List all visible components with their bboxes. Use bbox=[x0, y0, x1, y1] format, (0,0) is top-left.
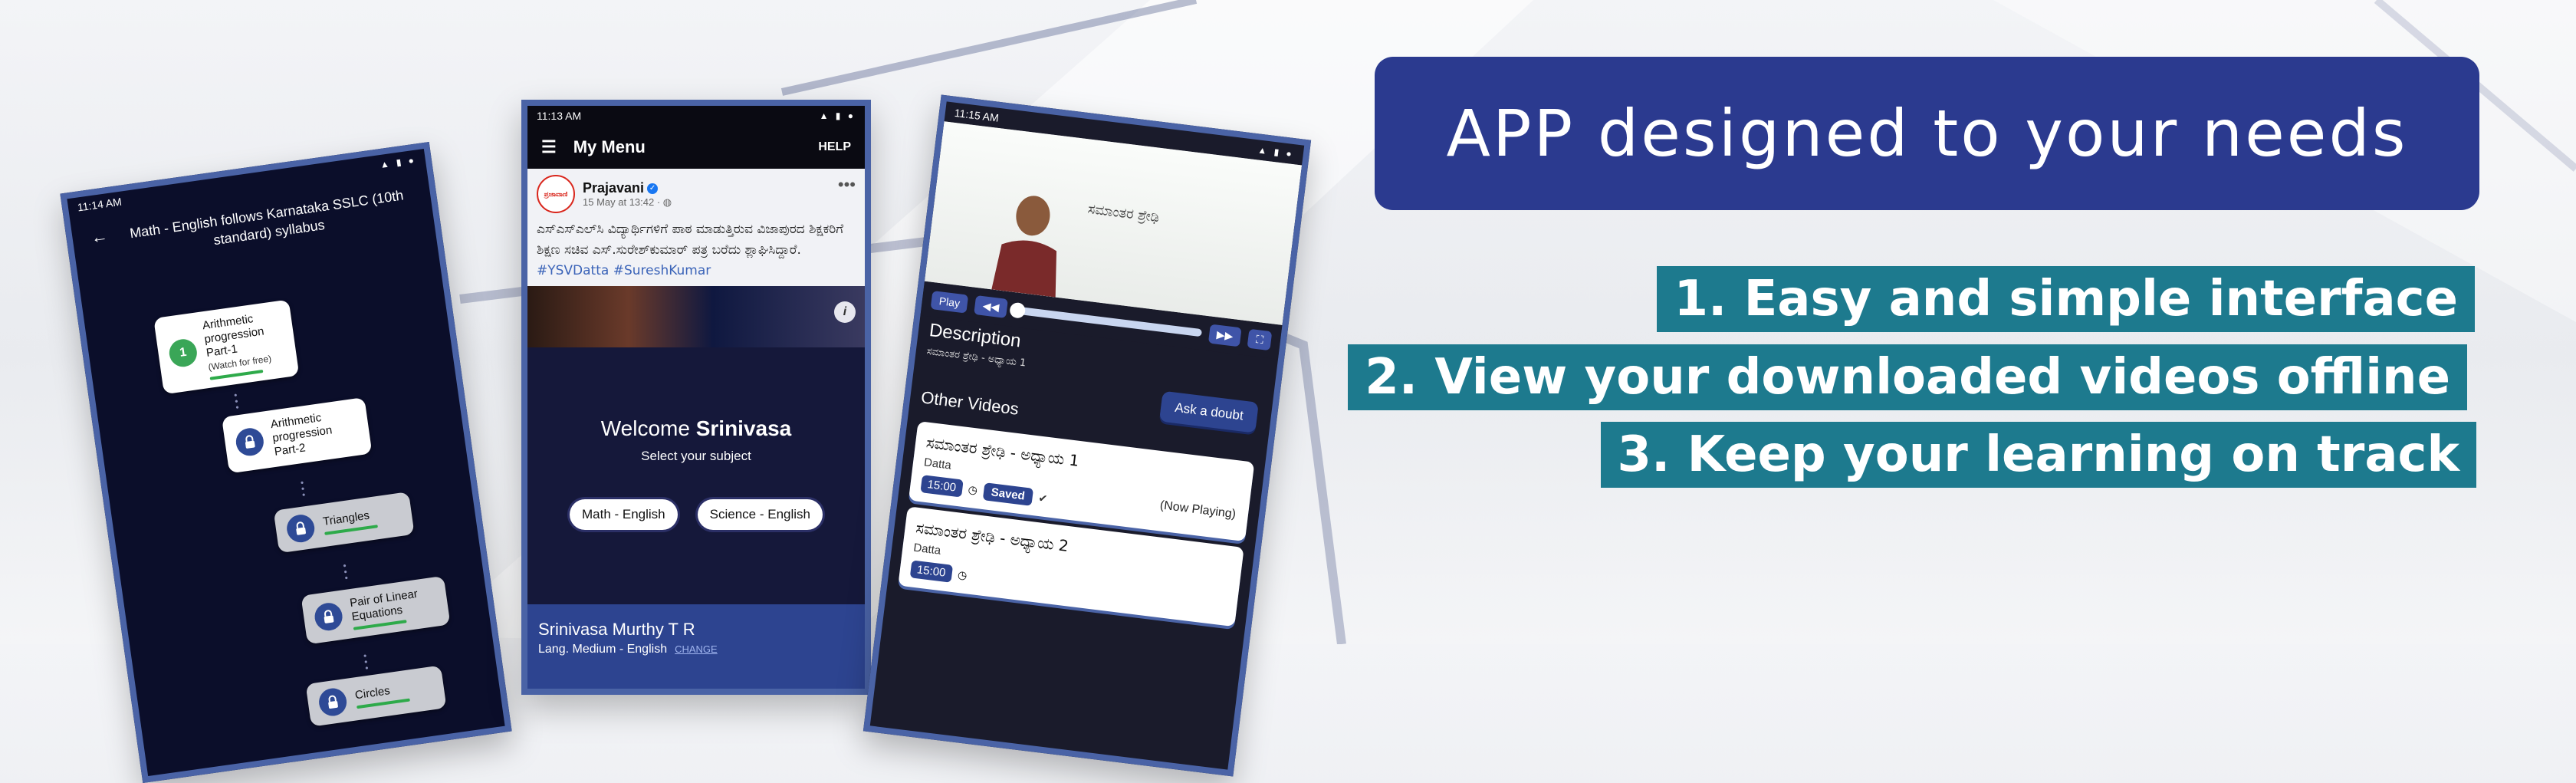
banner-title-box: APP designed to your needs bbox=[1375, 57, 2479, 210]
post-image: i bbox=[527, 286, 865, 347]
saved-badge: Saved bbox=[982, 482, 1034, 506]
post-date: 15 May at 13:42 · bbox=[583, 196, 663, 208]
change-medium-link[interactable]: CHANGE bbox=[675, 643, 718, 655]
topic-card-4[interactable]: Pair of Linear Equations bbox=[301, 575, 451, 645]
subject-list: Math - English Science - English bbox=[527, 499, 865, 530]
hamburger-menu-icon[interactable]: ☰ bbox=[541, 137, 557, 157]
welcome-heading: Welcome Srinivasa bbox=[527, 416, 865, 441]
post-author: Prajavani bbox=[583, 179, 645, 196]
connector-dots: • • • bbox=[363, 650, 370, 674]
welcome-name: Srinivasa bbox=[695, 416, 792, 440]
profile-medium: Lang. Medium - English bbox=[538, 643, 668, 656]
feature-1: 1. Easy and simple interface bbox=[1657, 266, 2475, 332]
topic-card-1[interactable]: 1 Arithmetic progression Part-1 (Watch f… bbox=[153, 299, 300, 395]
status-time: 11:14 AM bbox=[76, 195, 123, 214]
fullscreen-button[interactable]: ⛶ bbox=[1247, 328, 1273, 351]
phone-syllabus-screen: 11:14 AM ▲ ▮ ● ← Math - English follows … bbox=[60, 141, 512, 783]
status-icons: ▲ ▮ ● bbox=[1257, 144, 1295, 160]
video-duration: 15:00 bbox=[920, 475, 964, 498]
lock-icon bbox=[313, 600, 344, 633]
info-icon[interactable]: i bbox=[834, 301, 856, 323]
check-icon: ✔ bbox=[1037, 491, 1049, 505]
more-options-icon[interactable]: ••• bbox=[838, 175, 856, 195]
play-button[interactable]: Play bbox=[930, 290, 969, 314]
feature-3: 3. Keep your learning on track bbox=[1600, 422, 2476, 488]
status-time: 11:13 AM bbox=[537, 110, 582, 122]
post-hashtags[interactable]: #YSVDatta #SureshKumar bbox=[537, 263, 711, 278]
subject-button-math[interactable]: Math - English bbox=[569, 499, 678, 530]
welcome-prefix: Welcome bbox=[600, 416, 696, 440]
feature-2: 2. View your downloaded videos offline bbox=[1348, 344, 2467, 410]
topic-card-2[interactable]: Arithmetic progression Part-2 bbox=[221, 396, 373, 474]
select-subject-label: Select your subject bbox=[641, 449, 751, 463]
connector-dots: • • • bbox=[299, 477, 307, 501]
globe-icon: ◍ bbox=[662, 196, 672, 208]
profile-panel: Srinivasa Murthy T R Lang. Medium - Engl… bbox=[527, 604, 865, 689]
topic-title: Arithmetic progression Part-2 bbox=[269, 411, 334, 459]
verified-badge-icon: ✓ bbox=[647, 183, 659, 195]
clock-icon: ◷ bbox=[967, 482, 979, 497]
news-post[interactable]: ಪ್ರಜಾವಾಣಿ Prajavani ✓ 15 May at 13:42 · ◍… bbox=[527, 169, 865, 286]
topic-card-3[interactable]: Triangles bbox=[273, 492, 415, 554]
forward-button[interactable]: ▶▶ bbox=[1208, 324, 1242, 347]
rewind-button[interactable]: ◀◀ bbox=[974, 295, 1008, 318]
teacher-figure bbox=[991, 196, 1057, 298]
subject-button-science[interactable]: Science - English bbox=[697, 499, 823, 530]
lock-icon bbox=[234, 426, 266, 458]
phone-home-screen: 11:13 AM ▲ ▮ ● ☰ My Menu HELP ಪ್ರಜಾವಾಣಿ … bbox=[521, 100, 871, 695]
topic-card-5[interactable]: Circles bbox=[305, 665, 447, 727]
connector-dots: • • • bbox=[342, 560, 349, 584]
status-icons: ▲ ▮ ● bbox=[819, 110, 856, 121]
clock-icon: ◷ bbox=[957, 568, 968, 582]
phone-video-screen: 11:15 AM ▲ ▮ ● ಸಮಾಂತರ ಶ್ರೇಢಿ Play ◀◀ ▶▶ … bbox=[863, 94, 1312, 777]
prajavani-logo: ಪ್ರಜಾವಾಣಿ bbox=[537, 175, 575, 213]
video-duration: 15:00 bbox=[909, 560, 953, 583]
status-bar: 11:13 AM ▲ ▮ ● bbox=[527, 106, 865, 126]
topic-title: Pair of Linear Equations bbox=[349, 587, 419, 623]
topic-number-badge: 1 bbox=[167, 337, 199, 369]
back-arrow-icon[interactable]: ← bbox=[90, 226, 109, 248]
banner-title: APP designed to your needs bbox=[1446, 96, 2408, 171]
app-bar-title: My Menu bbox=[573, 137, 646, 156]
lock-icon bbox=[284, 512, 317, 544]
post-text: ಎಸ್‌ಎಸ್‌ಎಲ್‌ಸಿ ವಿದ್ಯಾರ್ಥಿಗಳಿಗೆ ಪಾಠ ಮಾಡುತ… bbox=[537, 222, 844, 258]
lock-icon bbox=[317, 686, 349, 718]
status-icons: ▲ ▮ ● bbox=[379, 154, 417, 171]
profile-name: Srinivasa Murthy T R bbox=[538, 620, 695, 639]
app-bar: ☰ My Menu HELP bbox=[527, 126, 865, 169]
status-time: 11:15 AM bbox=[954, 106, 1000, 124]
connector-dots: • • • bbox=[233, 390, 240, 413]
help-button[interactable]: HELP bbox=[818, 140, 851, 154]
